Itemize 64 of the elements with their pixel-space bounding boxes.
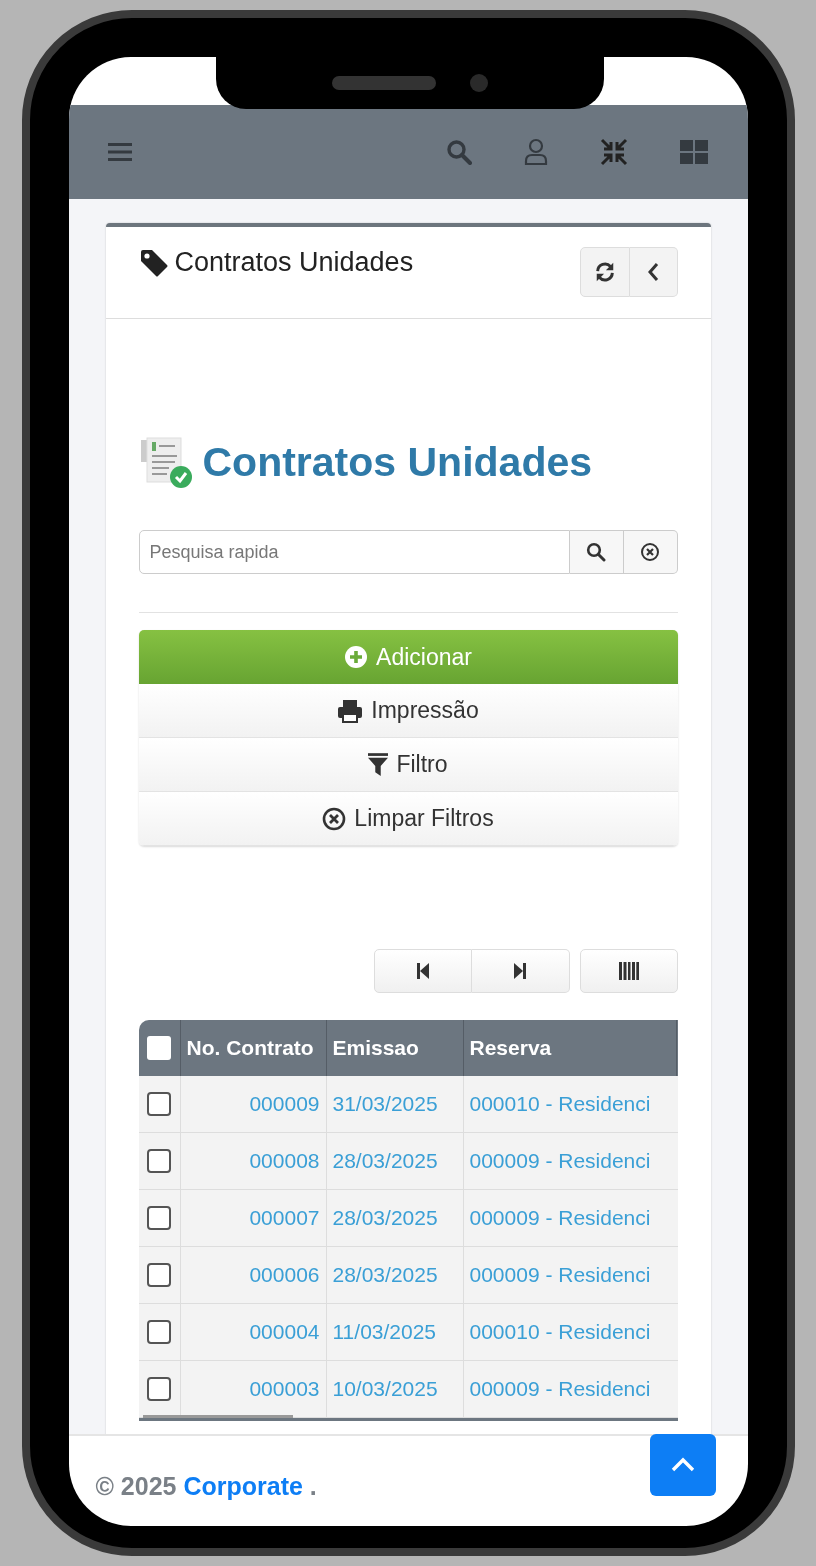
table-cell[interactable]: 000010 - Residenci: [463, 1304, 677, 1360]
user-icon[interactable]: [523, 138, 548, 166]
select-all-checkbox[interactable]: [147, 1036, 171, 1060]
table-cell[interactable]: 11/03/2025: [326, 1304, 464, 1360]
back-button[interactable]: [629, 247, 678, 297]
last-page-button[interactable]: [471, 949, 570, 993]
table-cell[interactable]: 10/03/2025: [326, 1361, 464, 1417]
add-button[interactable]: Adicionar: [138, 630, 678, 684]
row-checkbox[interactable]: [147, 1206, 171, 1230]
chevron-up-icon: [669, 1457, 696, 1473]
first-page-button[interactable]: [373, 949, 472, 993]
row-checkbox[interactable]: [147, 1320, 171, 1344]
card-title: Contratos Unidades: [174, 247, 414, 278]
grid-icon[interactable]: [679, 140, 708, 164]
skip-back-icon: [415, 962, 430, 980]
clear-search-button[interactable]: [623, 530, 678, 574]
plus-circle-icon: [344, 645, 369, 669]
search-icon[interactable]: [445, 139, 472, 165]
skip-forward-icon: [513, 962, 527, 980]
row-checkbox[interactable]: [147, 1092, 171, 1116]
table-cell[interactable]: 000009 - Residenci: [463, 1190, 677, 1246]
row-checkbox[interactable]: [147, 1263, 171, 1287]
table-cell[interactable]: 000009: [180, 1076, 327, 1132]
document-check-icon: [138, 434, 195, 490]
table-cell[interactable]: 28/03/2025: [326, 1190, 464, 1246]
corporate-link[interactable]: Corporate: [183, 1471, 303, 1500]
table-cell[interactable]: 000009 - Residenci: [463, 1361, 677, 1417]
table-cell[interactable]: 000008: [180, 1133, 327, 1189]
tag-icon: [138, 247, 169, 278]
row-checkbox[interactable]: [147, 1377, 171, 1401]
table-cell[interactable]: 28/03/2025: [326, 1247, 464, 1303]
scroll-to-top-button[interactable]: [649, 1434, 716, 1496]
table-cell[interactable]: 000007: [180, 1190, 327, 1246]
column-header[interactable]: Reserva: [463, 1020, 677, 1076]
table-cell[interactable]: 000009 - Residenci: [463, 1247, 677, 1303]
column-header[interactable]: Emissao: [326, 1020, 464, 1076]
printer-icon: [337, 698, 364, 723]
copyright-text: © 2025 Corporate .: [95, 1471, 317, 1501]
table-cell[interactable]: 000004: [180, 1304, 327, 1360]
table-cell[interactable]: 000009 - Residenci: [463, 1133, 677, 1189]
page-heading: Contratos Unidades: [202, 438, 593, 486]
close-circle-icon: [322, 806, 347, 831]
clear-filters-button[interactable]: Limpar Filtros: [138, 792, 678, 846]
table-cell[interactable]: 000010 - Residenci: [463, 1076, 677, 1132]
search-button[interactable]: [569, 530, 624, 574]
print-button[interactable]: Impressão: [138, 684, 678, 738]
scrollbar[interactable]: [142, 1415, 293, 1418]
search-icon: [586, 542, 606, 562]
column-header[interactable]: No. Contrato: [180, 1020, 327, 1076]
compress-icon[interactable]: [599, 138, 628, 166]
table-cell[interactable]: 28/03/2025: [326, 1133, 464, 1189]
refresh-icon: [593, 261, 616, 283]
columns-icon: [618, 962, 639, 980]
table-cell[interactable]: 31/03/2025: [326, 1076, 464, 1132]
search-field[interactable]: Pesquisa rapida: [138, 530, 570, 574]
menu-icon[interactable]: [107, 142, 132, 162]
chevron-left-icon: [646, 261, 660, 283]
filter-button[interactable]: Filtro: [138, 738, 678, 792]
filter-icon: [368, 752, 389, 777]
close-circle-icon: [640, 542, 660, 562]
columns-button[interactable]: [579, 949, 678, 993]
refresh-button[interactable]: [579, 247, 630, 297]
row-checkbox[interactable]: [147, 1149, 171, 1173]
table-cell[interactable]: 000006: [180, 1247, 327, 1303]
